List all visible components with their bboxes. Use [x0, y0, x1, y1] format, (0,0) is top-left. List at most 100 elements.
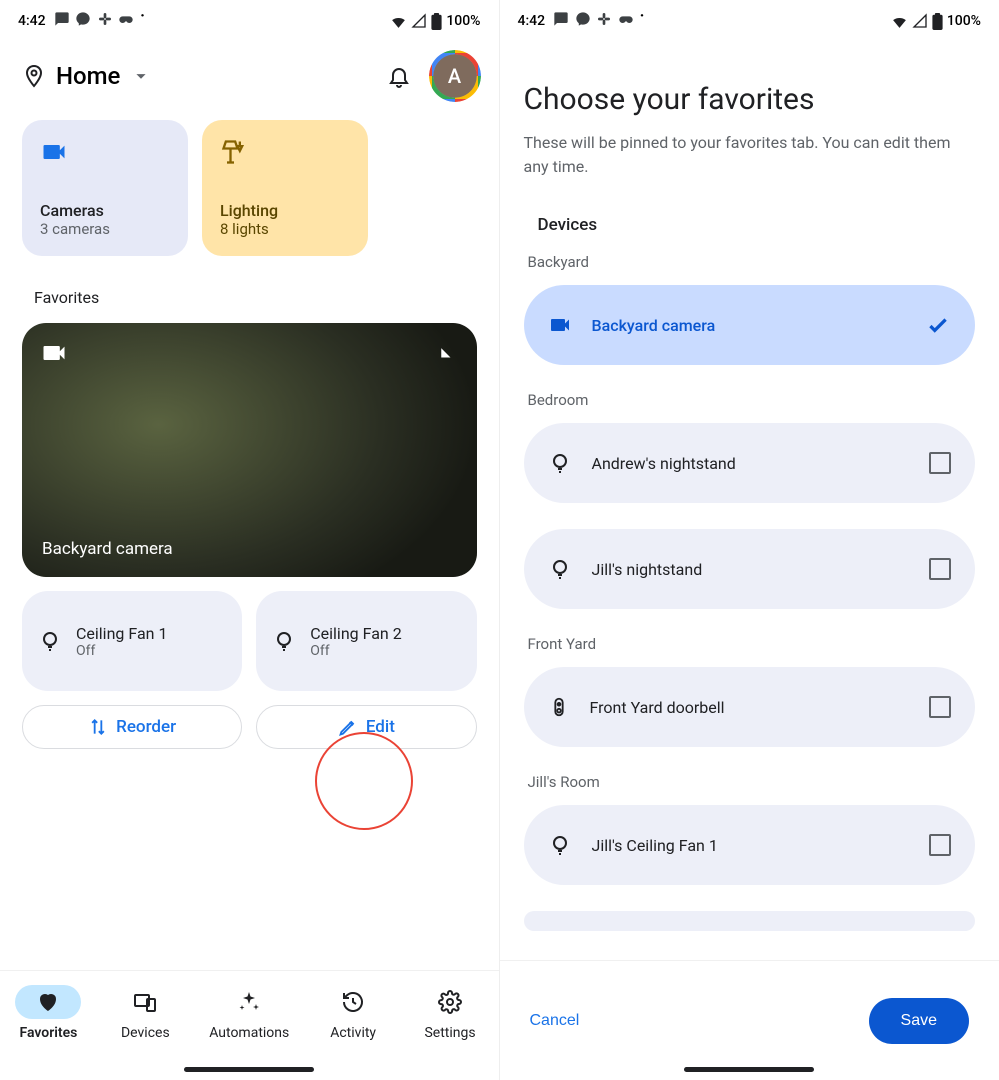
device-backyard-camera[interactable]: Backyard camera [524, 285, 976, 365]
room-backyard: Backyard [528, 253, 976, 271]
chevron-down-icon [130, 65, 152, 87]
room-frontyard: Front Yard [528, 635, 976, 653]
device-label: Jill's Ceiling Fan 1 [592, 836, 910, 855]
gear-icon [438, 990, 462, 1014]
bulb-icon [272, 629, 296, 653]
status-time: 4:42 [518, 13, 546, 29]
bulb-icon [548, 557, 572, 581]
nav-favorites[interactable]: Favorites [15, 985, 81, 1041]
nav-activity[interactable]: Activity [320, 985, 386, 1041]
avatar[interactable]: A [433, 54, 477, 98]
lamp-icon [220, 138, 350, 166]
device-name: Ceiling Fan 2 [310, 624, 401, 643]
reorder-icon [88, 717, 108, 737]
lighting-sub: 8 lights [220, 220, 350, 238]
battery-pct: 100% [446, 13, 480, 29]
devices-header: Devices [538, 215, 976, 235]
device-ceiling-fan-2[interactable]: Ceiling Fan 2 Off [256, 591, 476, 691]
chat-icon [54, 11, 70, 27]
home-screen: 4:42 · [0, 0, 500, 1080]
nav-settings[interactable]: Settings [417, 985, 483, 1041]
more-dot-icon: · [140, 8, 145, 26]
device-label: Jill's nightstand [592, 560, 910, 579]
edit-button[interactable]: Edit [256, 705, 476, 749]
device-state: Off [310, 643, 401, 659]
checkbox[interactable] [929, 834, 951, 856]
checkbox[interactable] [929, 452, 951, 474]
more-dot-icon: · [640, 8, 645, 26]
device-label: Backyard camera [592, 316, 906, 335]
room-jillsroom: Jill's Room [528, 773, 976, 791]
nav-automations[interactable]: Automations [209, 985, 289, 1041]
battery-icon [932, 13, 943, 30]
status-bar: 4:42 · [0, 0, 499, 36]
signal-icon [411, 13, 427, 29]
status-time: 4:42 [18, 13, 46, 29]
bell-icon[interactable] [387, 64, 411, 88]
status-bar: 4:42 · 100% [500, 0, 999, 36]
footer-bar: Cancel Save [500, 960, 999, 1080]
signal-icon [912, 13, 928, 29]
doorbell-icon [548, 696, 570, 718]
camera-name: Backyard camera [42, 539, 173, 559]
history-icon [341, 990, 365, 1014]
slack-icon [596, 11, 612, 27]
device-andrews-nightstand[interactable]: Andrew's nightstand [524, 423, 976, 503]
favorites-label: Favorites [0, 256, 499, 323]
device-label: Front Yard doorbell [590, 698, 910, 717]
check-icon [925, 312, 951, 338]
slack-icon [97, 11, 113, 27]
messenger-icon [575, 11, 591, 27]
pencil-icon [338, 717, 358, 737]
home-selector[interactable]: Home [22, 62, 152, 90]
heart-icon [36, 990, 60, 1014]
page-subtitle: These will be pinned to your favorites t… [524, 131, 976, 179]
device-name: Ceiling Fan 1 [76, 624, 167, 643]
choose-favorites-screen: 4:42 · 100% Choose your favorites These … [500, 0, 999, 1080]
reorder-label: Reorder [116, 717, 176, 737]
device-label: Andrew's nightstand [592, 454, 910, 473]
room-bedroom: Bedroom [528, 391, 976, 409]
gesture-bar [184, 1067, 314, 1072]
backyard-camera-card[interactable]: ◣ Backyard camera [22, 323, 477, 577]
chat-icon [553, 11, 569, 27]
lighting-title: Lighting [220, 201, 350, 220]
controller-icon [618, 11, 634, 27]
lighting-tile[interactable]: Lighting 8 lights [202, 120, 368, 256]
location-pin-icon [22, 64, 46, 88]
device-ceiling-fan-1[interactable]: Ceiling Fan 1 Off [22, 591, 242, 691]
device-jills-nightstand[interactable]: Jill's nightstand [524, 529, 976, 609]
bottom-nav: Favorites Devices Automations Activity S… [0, 970, 499, 1080]
checkbox[interactable] [929, 558, 951, 580]
messenger-icon [75, 11, 91, 27]
edit-label: Edit [366, 717, 395, 737]
checkbox[interactable] [929, 696, 951, 718]
home-label: Home [56, 62, 120, 90]
save-button[interactable]: Save [869, 998, 969, 1044]
sparkle-icon [237, 990, 261, 1014]
cameras-sub: 3 cameras [40, 220, 170, 238]
wifi-icon [390, 13, 407, 30]
camera-icon [40, 339, 68, 367]
cameras-tile[interactable]: Cameras 3 cameras [22, 120, 188, 256]
camera-icon [548, 313, 572, 337]
nav-devices[interactable]: Devices [112, 985, 178, 1041]
controller-icon [118, 11, 134, 27]
device-jills-ceiling-fan-1[interactable]: Jill's Ceiling Fan 1 [524, 805, 976, 885]
device-frontyard-doorbell[interactable]: Front Yard doorbell [524, 667, 976, 747]
device-state: Off [76, 643, 167, 659]
battery-icon [431, 13, 442, 30]
gesture-bar [684, 1067, 814, 1072]
cancel-button[interactable]: Cancel [530, 1012, 580, 1030]
bulb-icon [548, 833, 572, 857]
bulb-icon [548, 451, 572, 475]
device-partial-row[interactable] [524, 911, 976, 931]
camera-icon [40, 138, 170, 166]
battery-pct: 100% [947, 13, 981, 29]
reorder-button[interactable]: Reorder [22, 705, 242, 749]
devices-icon [133, 990, 157, 1014]
page-title: Choose your favorites [524, 82, 976, 117]
bulb-icon [38, 629, 62, 653]
cam-indicator-icon: ◣ [441, 345, 450, 359]
cameras-title: Cameras [40, 201, 170, 220]
